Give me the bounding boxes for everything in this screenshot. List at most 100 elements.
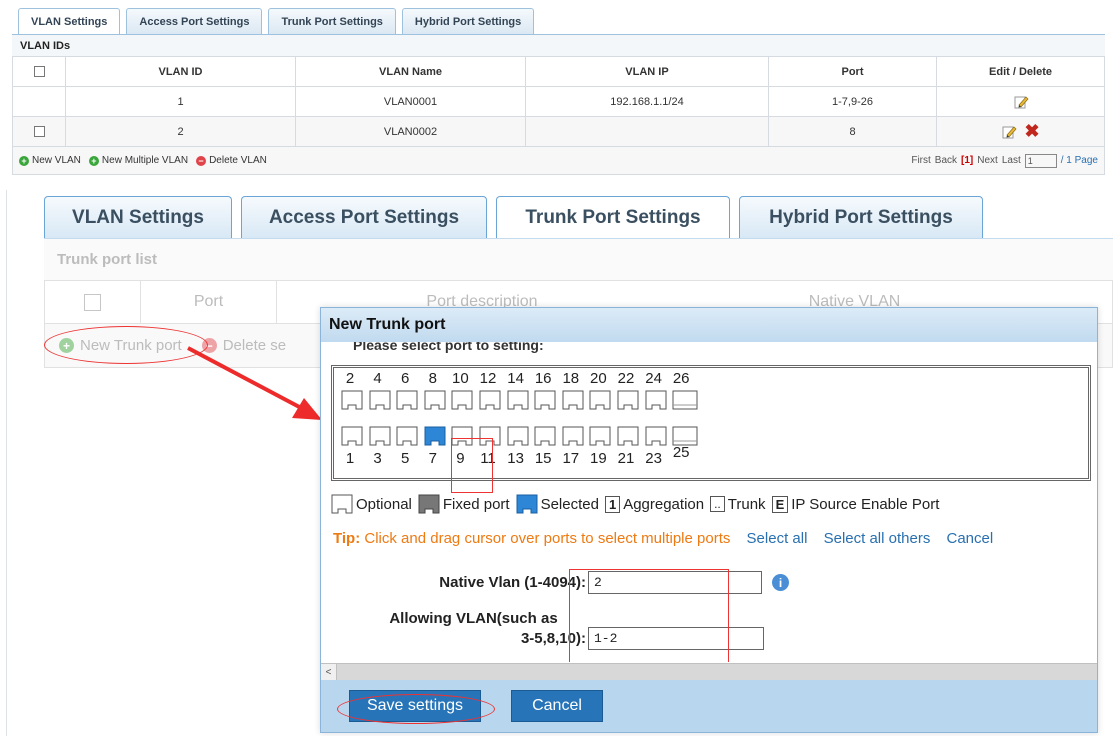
info-icon[interactable]: i xyxy=(772,574,789,591)
new-multiple-vlan-button[interactable]: + New Multiple VLAN xyxy=(88,155,188,166)
port-14-icon[interactable] xyxy=(507,390,529,410)
port-number-label: 16 xyxy=(534,370,552,387)
allowing-vlan-label-line1: Allowing VLAN(such as xyxy=(389,610,558,627)
delete-vlan-label: Delete VLAN xyxy=(209,155,267,166)
port-panel: 2 4 6 8 10 12 14 16 18 20 22 24 26 1 3 5 7 9 11 13 15 17 19 21 2… xyxy=(331,365,1091,481)
port-number-label: 4 xyxy=(373,370,382,387)
delete-icon[interactable]: ✖ xyxy=(1024,121,1039,141)
port-3-icon[interactable] xyxy=(369,426,391,446)
top-tab-access-port[interactable]: Access Port Settings xyxy=(126,8,263,34)
cancel-button[interactable]: Cancel xyxy=(511,690,603,722)
vlan-id-cell: 2 xyxy=(65,116,296,147)
legend-ip-source: E IP Source Enable Port xyxy=(771,495,939,513)
tab-hybrid-port-settings[interactable]: Hybrid Port Settings xyxy=(739,196,983,238)
annotation-ellipse-save xyxy=(337,694,495,724)
port-number-label: 10 xyxy=(452,370,469,387)
trunk-select-all-checkbox[interactable] xyxy=(84,293,101,311)
port-20-icon[interactable] xyxy=(589,390,611,410)
port-number-label: 3 xyxy=(373,450,382,467)
port-number-label: 15 xyxy=(534,450,552,467)
port-5-icon[interactable] xyxy=(396,426,418,446)
main-tab-bar: VLAN Settings Access Port Settings Trunk… xyxy=(44,196,983,238)
back-page-link[interactable]: Back xyxy=(935,155,957,166)
dialog-title: New Trunk port xyxy=(321,308,1097,342)
port-8-icon[interactable] xyxy=(424,390,446,410)
port-number-label: 12 xyxy=(479,370,497,387)
delete-vlan-button[interactable]: − Delete VLAN xyxy=(196,155,267,166)
cancel-selection-link[interactable]: Cancel xyxy=(947,530,994,547)
select-all-checkbox[interactable] xyxy=(33,66,45,78)
left-border xyxy=(6,190,7,736)
tab-access-port-settings[interactable]: Access Port Settings xyxy=(241,196,487,238)
port-6-icon[interactable] xyxy=(396,390,418,410)
port-number-label: 14 xyxy=(507,370,524,387)
page-number-input[interactable]: 1 xyxy=(1024,153,1057,168)
first-page-link[interactable]: First xyxy=(911,155,930,166)
port-16-icon[interactable] xyxy=(534,390,556,410)
port-7-icon[interactable] xyxy=(424,426,446,446)
top-tab-trunk-port[interactable]: Trunk Port Settings xyxy=(268,8,396,34)
legend-optional: Optional xyxy=(331,494,412,514)
total-pages: / 1 Page xyxy=(1060,155,1098,166)
vlan-port-cell: 8 xyxy=(768,116,937,147)
port-22-icon[interactable] xyxy=(617,390,639,410)
annotation-rect-fields xyxy=(569,569,729,662)
tip-text: Click and drag cursor over ports to sele… xyxy=(364,530,731,547)
legend-trunk: .. Trunk xyxy=(710,495,766,513)
vlan-name-cell: VLAN0002 xyxy=(295,116,526,147)
port-number-label: 6 xyxy=(401,370,410,387)
legend-fixed: Fixed port xyxy=(418,494,510,514)
port-25-icon[interactable] xyxy=(672,426,698,446)
new-vlan-label: New VLAN xyxy=(32,155,81,166)
select-all-link[interactable]: Select all xyxy=(747,530,808,547)
port-number-label: 7 xyxy=(428,450,437,467)
top-tab-vlan-settings[interactable]: VLAN Settings xyxy=(18,8,121,34)
port-2-icon[interactable] xyxy=(341,390,363,410)
horizontal-scrollbar[interactable]: < xyxy=(321,663,1097,680)
port-15-icon[interactable] xyxy=(534,426,556,446)
port-17-icon[interactable] xyxy=(562,426,584,446)
port-21-icon[interactable] xyxy=(617,426,639,446)
new-vlan-button[interactable]: + New VLAN xyxy=(19,155,81,166)
port-number-label: 8 xyxy=(428,370,437,387)
port-10-icon[interactable] xyxy=(451,390,473,410)
port-26-icon[interactable] xyxy=(672,390,698,410)
port-1-icon[interactable] xyxy=(341,426,363,446)
legend-trunk-label: Trunk xyxy=(727,495,766,513)
col-port: Port xyxy=(768,56,937,87)
trunk-port-list-title: Trunk port list xyxy=(44,238,1113,280)
port-number-label: 22 xyxy=(617,370,635,387)
legend-fixed-label: Fixed port xyxy=(442,495,510,513)
port-4-icon[interactable] xyxy=(369,390,391,410)
vlan-id-cell: 1 xyxy=(65,86,296,117)
dialog-body: Please select port to setting: 2 4 6 8 10 12 1… xyxy=(321,342,1097,662)
tab-trunk-port-settings[interactable]: Trunk Port Settings xyxy=(496,196,730,238)
port-number-label: 17 xyxy=(562,450,580,467)
last-page-link[interactable]: Last xyxy=(1002,155,1021,166)
aggregation-port-icon: 1 xyxy=(604,495,621,513)
edit-icon[interactable] xyxy=(1013,94,1029,110)
vlan-port-cell: 1-7,9-26 xyxy=(768,86,937,117)
tab-vlan-settings[interactable]: VLAN Settings xyxy=(44,196,232,238)
select-all-others-link[interactable]: Select all others xyxy=(824,530,931,547)
next-page-link[interactable]: Next xyxy=(977,155,998,166)
port-18-icon[interactable] xyxy=(562,390,584,410)
top-tab-hybrid-port[interactable]: Hybrid Port Settings xyxy=(401,8,535,34)
port-23-icon[interactable] xyxy=(645,426,667,446)
scroll-left-arrow-icon[interactable]: < xyxy=(321,664,337,680)
port-number-label: 18 xyxy=(562,370,580,387)
pagination: First Back [1] Next Last 1 / 1 Page xyxy=(911,153,1098,168)
edit-icon[interactable] xyxy=(1001,124,1017,140)
port-12-icon[interactable] xyxy=(479,390,501,410)
top-tab-bar: VLAN Settings Access Port Settings Trunk… xyxy=(12,8,1105,34)
tip-row: Tip: Click and drag cursor over ports to… xyxy=(333,530,993,547)
port-24-icon[interactable] xyxy=(645,390,667,410)
vlan-settings-panel: VLAN Settings Access Port Settings Trunk… xyxy=(12,8,1105,175)
legend-selected: Selected xyxy=(516,494,599,514)
vlan-ip-cell: 192.168.1.1/24 xyxy=(525,86,769,117)
port-number-label: 25 xyxy=(672,444,690,461)
port-13-icon[interactable] xyxy=(507,426,529,446)
row-checkbox[interactable] xyxy=(33,126,45,138)
plus-icon: + xyxy=(88,155,99,166)
port-19-icon[interactable] xyxy=(589,426,611,446)
